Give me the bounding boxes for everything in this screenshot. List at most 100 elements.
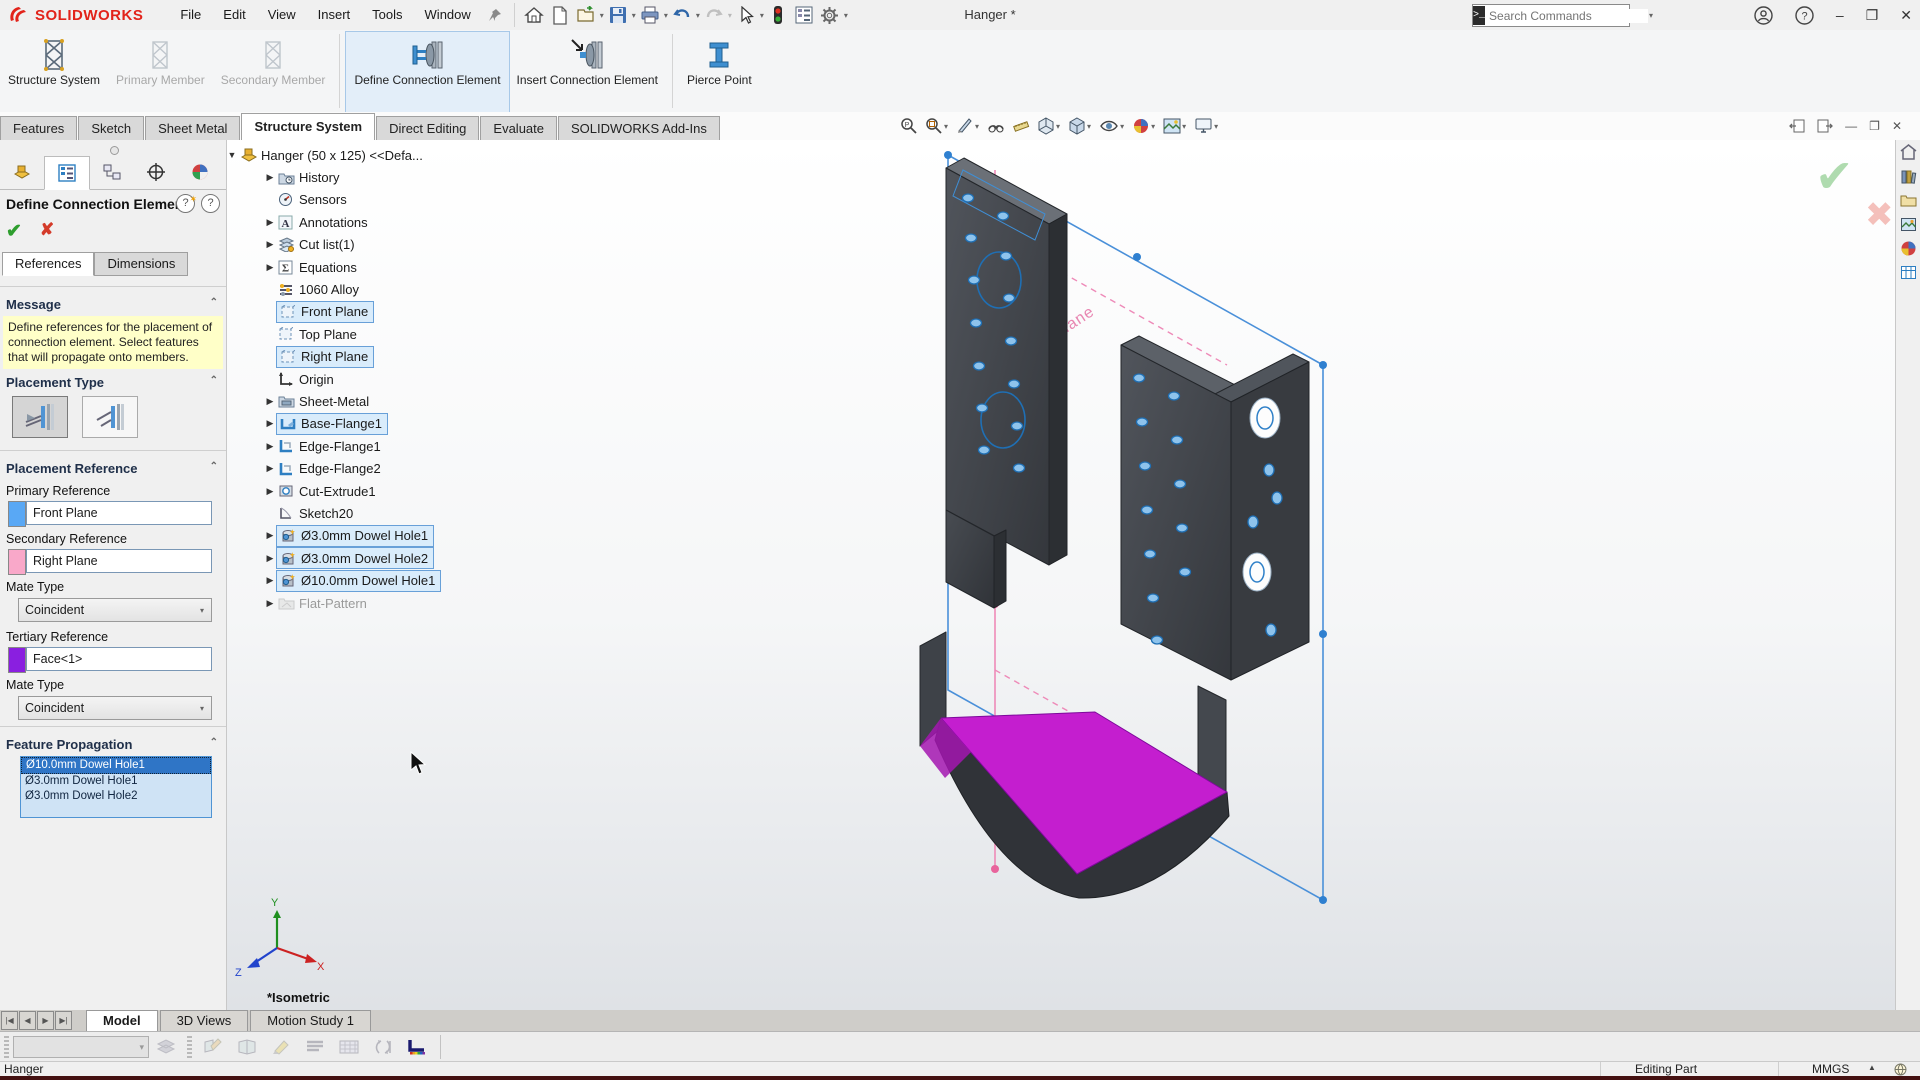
- view-orientation-icon[interactable]: ▾: [1037, 117, 1061, 135]
- insert-connection-element-button[interactable]: Insert Connection Element: [509, 32, 666, 112]
- expand-collapse-icon[interactable]: ▼: [226, 150, 238, 160]
- placement-reference-group-header[interactable]: Placement Reference⌃: [0, 457, 226, 478]
- tab-configurations[interactable]: [90, 156, 134, 188]
- custom-properties-icon[interactable]: [1900, 264, 1917, 281]
- select-caret-icon[interactable]: ▾: [760, 11, 764, 20]
- tab-dimensions[interactable]: Dimensions: [94, 252, 188, 276]
- placement-type-group-header[interactable]: Placement Type⌃: [0, 371, 226, 392]
- tag-globe-icon[interactable]: [1894, 1063, 1907, 1076]
- search-caret-icon[interactable]: ▾: [1649, 11, 1653, 20]
- tree-item-right-plane[interactable]: Right Plane: [226, 346, 566, 368]
- interface-brightness-icon[interactable]: [403, 1036, 431, 1058]
- tab-scroll-next-button[interactable]: ▶: [37, 1011, 54, 1030]
- ok-button[interactable]: ✔: [6, 220, 22, 243]
- tab-solidworks-add-ins[interactable]: SOLIDWORKS Add-Ins: [558, 116, 720, 140]
- feature-propagation-list[interactable]: Ø10.0mm Dowel Hole1 Ø3.0mm Dowel Hole1 Ø…: [20, 756, 212, 818]
- expand-collapse-icon[interactable]: ▶: [264, 217, 276, 228]
- minimize-document-button[interactable]: —: [1845, 119, 1857, 133]
- help-icon[interactable]: ?: [1795, 6, 1814, 25]
- menu-window[interactable]: Window: [414, 0, 482, 30]
- tab-scroll-last-button[interactable]: ▶|: [55, 1011, 72, 1030]
- pin-menu-icon[interactable]: [483, 3, 507, 27]
- new-document-icon[interactable]: [548, 3, 572, 27]
- close-document-button[interactable]: ✕: [1892, 119, 1902, 133]
- primary-reference-field[interactable]: Front Plane: [26, 501, 212, 525]
- mate-type-2-dropdown[interactable]: Coincident▾: [18, 696, 212, 720]
- expand-collapse-icon[interactable]: ▶: [264, 172, 276, 183]
- zoom-to-area-icon[interactable]: ▾: [925, 117, 949, 135]
- tab-3d-views[interactable]: 3D Views: [160, 1010, 249, 1031]
- list-item[interactable]: Ø10.0mm Dowel Hole1: [21, 757, 211, 774]
- previous-document-icon[interactable]: [1789, 119, 1805, 133]
- tree-item-dowel-hole-3mm-2[interactable]: ▶ Ø3.0mm Dowel Hole2: [226, 547, 566, 569]
- message-group-header[interactable]: Message⌃: [0, 293, 226, 314]
- file-explorer-icon[interactable]: [1900, 192, 1917, 209]
- tab-dimxpert[interactable]: [134, 156, 178, 188]
- tab-direct-editing[interactable]: Direct Editing: [376, 116, 479, 140]
- print-caret-icon[interactable]: ▾: [664, 11, 668, 20]
- tree-item-cut-list[interactable]: ▶ Cut list(1): [226, 234, 566, 256]
- tree-item-sheet-metal[interactable]: ▶ Sheet-Metal: [226, 390, 566, 412]
- edit-appearance-icon[interactable]: ▾: [1132, 117, 1156, 135]
- expand-collapse-icon[interactable]: ▶: [264, 486, 276, 497]
- display-style-icon[interactable]: ▾: [1068, 117, 1092, 135]
- close-button[interactable]: ✕: [1900, 7, 1912, 24]
- mate-type-dropdown[interactable]: Coincident▾: [18, 598, 212, 622]
- collapse-chevron-icon[interactable]: ⌃: [210, 297, 218, 312]
- expand-collapse-icon[interactable]: ▶: [264, 530, 276, 541]
- tree-item-dowel-hole-10mm-1[interactable]: ▶ Ø10.0mm Dowel Hole1: [226, 569, 566, 591]
- expand-collapse-icon[interactable]: ▶: [264, 441, 276, 452]
- appearances-icon[interactable]: [1900, 240, 1917, 257]
- pierce-point-button[interactable]: Pierce Point: [679, 32, 760, 112]
- secondary-reference-field[interactable]: Right Plane: [26, 549, 212, 573]
- redo-icon[interactable]: [702, 3, 726, 27]
- expand-collapse-icon[interactable]: ▶: [264, 396, 276, 407]
- settings-gear-icon[interactable]: [818, 3, 842, 27]
- expand-collapse-icon[interactable]: ▶: [264, 463, 276, 474]
- help-topic-icon[interactable]: ?: [201, 194, 220, 213]
- expand-collapse-icon[interactable]: ▶: [264, 239, 276, 250]
- tab-featuremanager[interactable]: [0, 156, 44, 188]
- collapse-chevron-icon[interactable]: ⌃: [210, 461, 218, 476]
- home-icon[interactable]: [522, 3, 546, 27]
- tree-item-root[interactable]: ▼ Hanger (50 x 125) <<Defa...: [226, 144, 566, 166]
- options-list-icon[interactable]: [792, 3, 816, 27]
- confirm-corner-ok-icon[interactable]: ✔: [1815, 150, 1854, 202]
- open-icon[interactable]: [574, 3, 598, 27]
- solidworks-resources-icon[interactable]: [1900, 144, 1917, 161]
- units-caret-icon[interactable]: ▲: [1868, 1063, 1876, 1072]
- tab-structure-system[interactable]: Structure System: [241, 113, 375, 140]
- user-account-icon[interactable]: [1754, 6, 1773, 25]
- expand-collapse-icon[interactable]: ▶: [264, 553, 276, 564]
- expand-collapse-icon[interactable]: ▶: [264, 418, 276, 429]
- tree-item-origin[interactable]: Origin: [226, 368, 566, 390]
- placement-type-option-2[interactable]: [82, 396, 138, 438]
- menu-view[interactable]: View: [257, 0, 307, 30]
- tree-item-base-flange[interactable]: ▶ Base-Flange1: [226, 413, 566, 435]
- restore-button[interactable]: ❐: [1866, 7, 1879, 24]
- tree-item-equations[interactable]: ▶ Σ Equations: [226, 256, 566, 278]
- status-units[interactable]: MMGS: [1812, 1062, 1849, 1077]
- collapse-chevron-icon[interactable]: ⌃: [210, 375, 218, 390]
- save-caret-icon[interactable]: ▾: [632, 11, 636, 20]
- tab-scroll-prev-button[interactable]: ◀: [19, 1011, 36, 1030]
- zoom-to-fit-icon[interactable]: P: [900, 117, 918, 135]
- structure-system-button[interactable]: Structure System: [0, 32, 108, 112]
- toolbar-grip[interactable]: [4, 1036, 9, 1058]
- tree-item-flat-pattern[interactable]: ▶ Flat-Pattern: [226, 592, 566, 614]
- tree-item-top-plane[interactable]: Top Plane: [226, 323, 566, 345]
- section-view-icon[interactable]: ▾: [956, 117, 980, 135]
- tree-item-history[interactable]: ▶ History: [226, 166, 566, 188]
- hide-show-items-icon[interactable]: ▾: [1099, 118, 1125, 134]
- measure-icon[interactable]: [1012, 117, 1030, 135]
- collapse-chevron-icon[interactable]: ⌃: [210, 737, 218, 752]
- undo-icon[interactable]: [670, 3, 694, 27]
- minimize-button[interactable]: –: [1836, 7, 1844, 23]
- list-item[interactable]: Ø3.0mm Dowel Hole1: [21, 774, 211, 789]
- tab-property-manager[interactable]: [44, 156, 90, 190]
- tab-references[interactable]: References: [2, 252, 94, 276]
- tab-motion-study-1[interactable]: Motion Study 1: [250, 1010, 371, 1031]
- tree-item-cut-extrude[interactable]: ▶ Cut-Extrude1: [226, 480, 566, 502]
- cancel-button[interactable]: ✘: [40, 220, 54, 243]
- placement-type-option-1[interactable]: [12, 396, 68, 438]
